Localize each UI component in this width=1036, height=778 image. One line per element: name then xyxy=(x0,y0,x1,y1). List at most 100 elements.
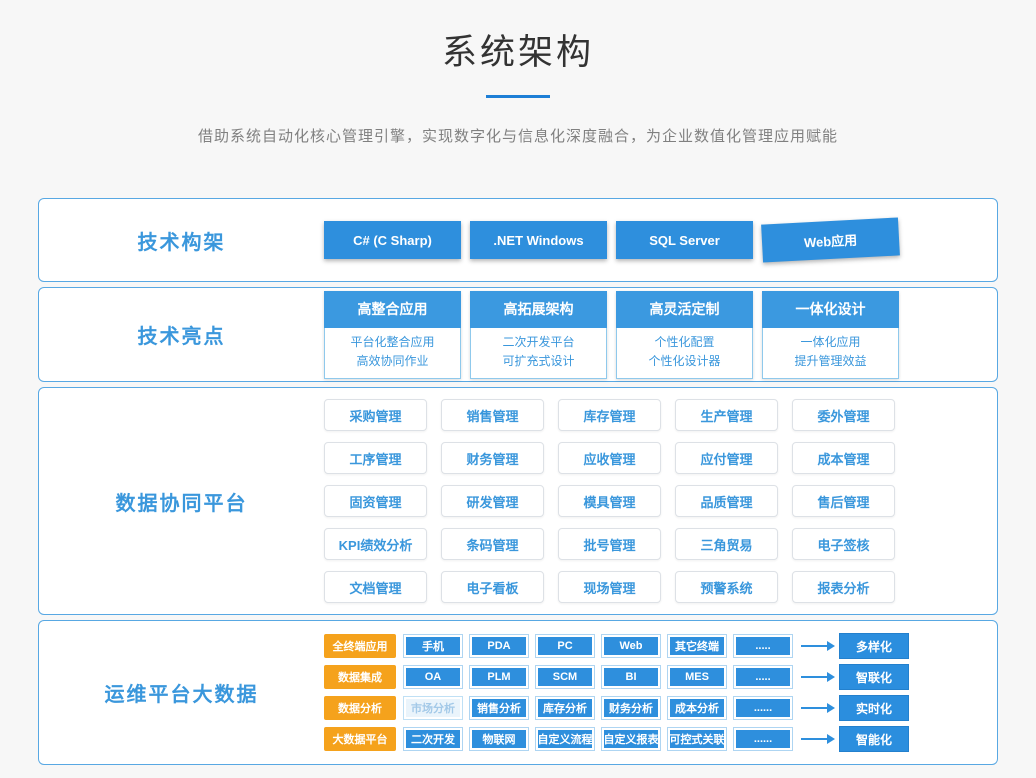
bigdata-chip: PC xyxy=(535,634,595,658)
module-item: 研发管理 xyxy=(441,485,544,517)
highlights-label: 技术亮点 xyxy=(39,320,324,349)
tech-stack-item-sqlserver: SQL Server xyxy=(616,221,753,259)
bigdata-row-analysis: 数据分析 市场分析 销售分析 库存分析 财务分析 成本分析 ...... 实时化 xyxy=(324,695,909,721)
module-item: 文档管理 xyxy=(324,571,427,603)
module-item: 售后管理 xyxy=(792,485,895,517)
highlight-card-title: 高灵活定制 xyxy=(616,291,753,328)
bigdata-chip: SCM xyxy=(535,665,595,689)
module-item: 模具管理 xyxy=(558,485,661,517)
bigdata-row-integration: 数据集成 OA PLM SCM BI MES ..... 智联化 xyxy=(324,664,909,690)
bigdata-chip: ..... xyxy=(733,634,793,658)
page-title: 系统架构 xyxy=(0,24,1036,75)
module-item: 报表分析 xyxy=(792,571,895,603)
bigdata-row-terminals: 全终端应用 手机 PDA PC Web 其它终端 ..... 多样化 xyxy=(324,633,909,659)
tech-stack-item-dotnet: .NET Windows xyxy=(470,221,607,259)
tech-stack-items: C# (C Sharp) .NET Windows SQL Server Web… xyxy=(324,221,899,259)
highlight-card-line: 个性化设计器 xyxy=(617,352,752,371)
section-platform: 数据协同平台 采购管理 销售管理 库存管理 生产管理 委外管理 工序管理 财务管… xyxy=(38,387,998,615)
bigdata-result: 实时化 xyxy=(839,695,909,721)
tech-stack-item-web: Web应用 xyxy=(761,217,900,262)
arrow-right-icon xyxy=(801,645,827,647)
section-highlights: 技术亮点 高整合应用 平台化整合应用 高效协同作业 高拓展架构 二次开发平台 可… xyxy=(38,287,998,382)
bigdata-chip: 其它终端 xyxy=(667,634,727,658)
page-header: 系统架构 借助系统自动化核心管理引擎，实现数字化与信息化深度融合，为企业数值化管… xyxy=(0,0,1036,146)
highlight-card-line: 一体化应用 xyxy=(763,333,898,352)
architecture-panels: 技术构架 C# (C Sharp) .NET Windows SQL Serve… xyxy=(38,198,998,765)
highlight-card-line: 个性化配置 xyxy=(617,333,752,352)
bigdata-rows: 全终端应用 手机 PDA PC Web 其它终端 ..... 多样化 数据集成 … xyxy=(324,633,909,752)
bigdata-label: 运维平台大数据 xyxy=(39,678,324,707)
bigdata-chip: 成本分析 xyxy=(667,696,727,720)
module-item: 三角贸易 xyxy=(675,528,778,560)
highlight-card-body: 个性化配置 个性化设计器 xyxy=(616,328,753,379)
highlight-card-line: 提升管理效益 xyxy=(763,352,898,371)
module-item: 条码管理 xyxy=(441,528,544,560)
bigdata-row-platform: 大数据平台 二次开发 物联网 自定义流程 自定义报表 可控式关联 ...... … xyxy=(324,726,909,752)
bigdata-chips: 二次开发 物联网 自定义流程 自定义报表 可控式关联 ...... xyxy=(403,727,793,751)
highlight-card: 高拓展架构 二次开发平台 可扩充式设计 xyxy=(470,291,607,379)
module-item: 电子签核 xyxy=(792,528,895,560)
highlight-card-line: 平台化整合应用 xyxy=(325,333,460,352)
bigdata-category: 全终端应用 xyxy=(324,634,396,658)
module-item: 预警系统 xyxy=(675,571,778,603)
highlight-card-title: 高整合应用 xyxy=(324,291,461,328)
module-item: 销售管理 xyxy=(441,399,544,431)
bigdata-chip: PDA xyxy=(469,634,529,658)
arrow-right-icon xyxy=(801,738,827,740)
bigdata-result: 智联化 xyxy=(839,664,909,690)
bigdata-chip: ...... xyxy=(733,696,793,720)
highlight-card-title: 一体化设计 xyxy=(762,291,899,328)
bigdata-chip: 自定义报表 xyxy=(601,727,661,751)
highlight-card-line: 可扩充式设计 xyxy=(471,352,606,371)
highlight-card: 高灵活定制 个性化配置 个性化设计器 xyxy=(616,291,753,379)
bigdata-chip: 财务分析 xyxy=(601,696,661,720)
bigdata-chip: 销售分析 xyxy=(469,696,529,720)
page-subtitle: 借助系统自动化核心管理引擎，实现数字化与信息化深度融合，为企业数值化管理应用赋能 xyxy=(0,125,1036,146)
bigdata-chip: MES xyxy=(667,665,727,689)
bigdata-chip: Web xyxy=(601,634,661,658)
section-tech-stack: 技术构架 C# (C Sharp) .NET Windows SQL Serve… xyxy=(38,198,998,282)
bigdata-chip: 自定义流程 xyxy=(535,727,595,751)
bigdata-chip: BI xyxy=(601,665,661,689)
platform-module-grid: 采购管理 销售管理 库存管理 生产管理 委外管理 工序管理 财务管理 应收管理 … xyxy=(324,399,895,603)
platform-label: 数据协同平台 xyxy=(39,487,324,516)
highlight-card-line: 高效协同作业 xyxy=(325,352,460,371)
highlight-card-body: 平台化整合应用 高效协同作业 xyxy=(324,328,461,379)
tech-stack-item-csharp: C# (C Sharp) xyxy=(324,221,461,259)
section-bigdata: 运维平台大数据 全终端应用 手机 PDA PC Web 其它终端 ..... 多… xyxy=(38,620,998,765)
title-underline xyxy=(486,95,550,98)
module-item: 财务管理 xyxy=(441,442,544,474)
bigdata-chips: 手机 PDA PC Web 其它终端 ..... xyxy=(403,634,793,658)
bigdata-result: 智能化 xyxy=(839,726,909,752)
bigdata-result: 多样化 xyxy=(839,633,909,659)
highlight-card-body: 二次开发平台 可扩充式设计 xyxy=(470,328,607,379)
module-item: KPI绩效分析 xyxy=(324,528,427,560)
bigdata-category: 大数据平台 xyxy=(324,727,396,751)
module-item: 工序管理 xyxy=(324,442,427,474)
module-item: 品质管理 xyxy=(675,485,778,517)
module-item: 应收管理 xyxy=(558,442,661,474)
bigdata-chip: 手机 xyxy=(403,634,463,658)
bigdata-chips: OA PLM SCM BI MES ..... xyxy=(403,665,793,689)
module-item: 批号管理 xyxy=(558,528,661,560)
highlight-card: 一体化设计 一体化应用 提升管理效益 xyxy=(762,291,899,379)
bigdata-chips: 市场分析 销售分析 库存分析 财务分析 成本分析 ...... xyxy=(403,696,793,720)
module-item: 库存管理 xyxy=(558,399,661,431)
highlight-cards: 高整合应用 平台化整合应用 高效协同作业 高拓展架构 二次开发平台 可扩充式设计… xyxy=(324,291,899,379)
bigdata-chip: 可控式关联 xyxy=(667,727,727,751)
bigdata-chip: ..... xyxy=(733,665,793,689)
bigdata-chip: OA xyxy=(403,665,463,689)
tech-stack-label: 技术构架 xyxy=(39,226,324,255)
highlight-card-line: 二次开发平台 xyxy=(471,333,606,352)
module-item: 生产管理 xyxy=(675,399,778,431)
arrow-right-icon xyxy=(801,676,827,678)
bigdata-category: 数据集成 xyxy=(324,665,396,689)
bigdata-chip: PLM xyxy=(469,665,529,689)
bigdata-category: 数据分析 xyxy=(324,696,396,720)
module-item: 应付管理 xyxy=(675,442,778,474)
bigdata-chip: ...... xyxy=(733,727,793,751)
module-item: 固资管理 xyxy=(324,485,427,517)
module-item: 委外管理 xyxy=(792,399,895,431)
module-item: 现场管理 xyxy=(558,571,661,603)
bigdata-chip: 库存分析 xyxy=(535,696,595,720)
